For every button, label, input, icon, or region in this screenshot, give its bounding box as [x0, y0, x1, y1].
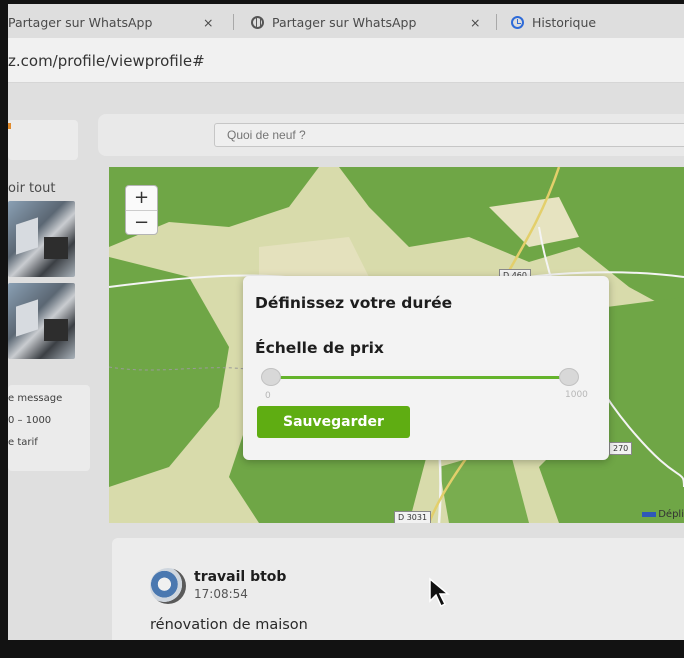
slider-track[interactable] [267, 376, 573, 379]
price-range-slider[interactable] [261, 368, 579, 386]
range-min-value: 0 [265, 391, 271, 401]
gallery-photo[interactable] [8, 283, 75, 359]
url-text[interactable]: z.com/profile/viewprofile# [8, 52, 205, 70]
price-scale-label: Échelle de prix [255, 339, 384, 357]
avatar[interactable] [150, 568, 186, 604]
slider-min-handle[interactable] [261, 368, 281, 386]
slider-max-handle[interactable] [559, 368, 579, 386]
modal-title: Définissez votre durée [255, 294, 453, 312]
whats-new-input[interactable] [214, 123, 684, 147]
close-icon[interactable]: × [470, 12, 480, 32]
tab-label: Partager sur WhatsApp [272, 14, 417, 30]
tab-bar: Partager sur WhatsApp × Partager sur Wha… [8, 4, 684, 39]
accent-mark [8, 123, 11, 129]
info-line: e tarif [8, 437, 38, 448]
tab-divider [233, 14, 234, 30]
gallery-photo[interactable] [8, 201, 75, 277]
page-content: oir tout e message 0 – 1000 e tarif [8, 83, 684, 640]
duration-modal: Définissez votre durée Échelle de prix 0… [243, 276, 609, 460]
history-icon [511, 15, 524, 29]
info-line: 0 – 1000 [8, 415, 52, 426]
tab-history[interactable]: Historique [511, 12, 596, 32]
map-zoom-control: + − [125, 185, 158, 235]
range-max-value: 1000 [565, 390, 588, 400]
flag-icon [642, 511, 657, 517]
post-author[interactable]: travail btob [194, 569, 286, 585]
see-all-link[interactable]: oir tout [8, 181, 55, 196]
tab-divider [496, 14, 497, 30]
tab-whatsapp-2[interactable]: Partager sur WhatsApp [251, 12, 416, 32]
road-label: 270 [609, 442, 633, 455]
profile-card [8, 120, 78, 160]
post-text: rénovation de maison [150, 617, 308, 633]
tab-label: Partager sur WhatsApp [8, 14, 153, 30]
zoom-out-button[interactable]: − [126, 210, 157, 234]
screen: Partager sur WhatsApp × Partager sur Wha… [8, 4, 684, 640]
zoom-in-button[interactable]: + [126, 186, 157, 210]
tab-whatsapp-1[interactable]: Partager sur WhatsApp [8, 12, 152, 32]
attribution-text: Dépli [658, 508, 684, 520]
save-button[interactable]: Sauvegarder [257, 406, 410, 438]
close-icon[interactable]: × [203, 12, 213, 32]
mouse-pointer-icon [429, 577, 451, 608]
tab-label: Historique [532, 14, 597, 30]
globe-icon [251, 15, 264, 29]
road-label: D 3031 [394, 511, 432, 523]
map-attribution[interactable]: Dépli [642, 508, 684, 520]
address-bar[interactable]: z.com/profile/viewprofile# [8, 38, 684, 83]
info-line: e message [8, 393, 63, 404]
post-timestamp: 17:08:54 [194, 587, 248, 601]
